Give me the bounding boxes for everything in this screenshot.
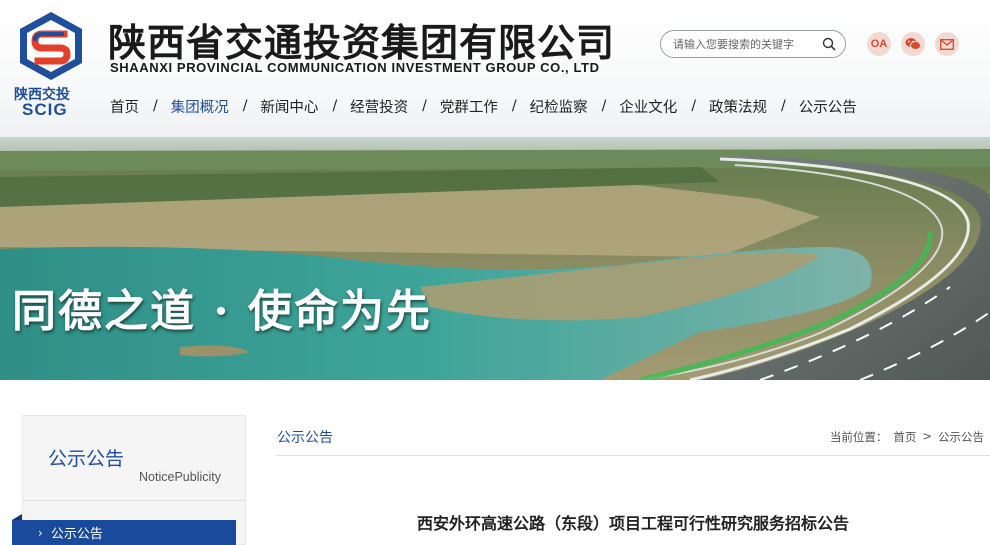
nav-separator: / — [781, 98, 786, 114]
nav-item-notice[interactable]: 公示公告 — [799, 96, 857, 117]
search-icon[interactable] — [821, 36, 837, 52]
section-title: 公示公告 — [277, 430, 333, 446]
company-name-en: SHAANXI PROVINCIAL COMMUNICATION INVESTM… — [110, 60, 600, 75]
search-input[interactable] — [673, 32, 823, 56]
nav-item-discipline[interactable]: 纪检监察 — [530, 96, 588, 117]
wechat-button[interactable] — [901, 32, 925, 56]
sidebar-item-notice[interactable]: › 公示公告 — [12, 514, 236, 545]
nav-item-home[interactable]: 首页 — [110, 96, 139, 117]
breadcrumb-separator: > — [922, 429, 932, 443]
nav-item-operations[interactable]: 经营投资 — [350, 96, 408, 117]
nav-separator: / — [332, 98, 338, 114]
breadcrumb-current[interactable]: 公示公告 — [938, 429, 984, 445]
sidebar-item-label: 公示公告 — [50, 527, 103, 542]
sidebar-divider — [23, 500, 245, 501]
main-nav: 首页 / 集团概况 / 新闻中心 / 经营投资 / 党群工作 / 纪检监察 / … — [110, 94, 857, 118]
nav-separator: / — [153, 98, 158, 114]
logo-mark-icon — [20, 12, 82, 80]
breadcrumb-prefix: 当前位置： — [829, 430, 888, 444]
mail-icon — [940, 38, 954, 50]
nav-item-group-overview[interactable]: 集团概况 — [171, 96, 229, 117]
nav-item-party[interactable]: 党群工作 — [440, 96, 498, 117]
sidebar-title: 公示公告 — [48, 448, 125, 470]
nav-item-policy[interactable]: 政策法规 — [709, 96, 767, 117]
site-logo[interactable]: 陕西交投 SCIG — [12, 12, 88, 120]
breadcrumb: 当前位置： 首页 > 公示公告 — [830, 429, 984, 445]
sidebar-subtitle: NoticePublicity — [139, 470, 221, 484]
site-header: 陕西交投 SCIG 陕西省交通投资集团有限公司 SHAANXI PROVINCI… — [0, 0, 990, 137]
breadcrumb-home[interactable]: 首页 — [893, 429, 916, 445]
search-box — [660, 30, 846, 58]
logo-english-text: SCIG — [22, 100, 68, 119]
wechat-icon — [905, 38, 921, 50]
oa-button[interactable]: OA — [867, 32, 891, 56]
nav-item-news[interactable]: 新闻中心 — [260, 96, 318, 117]
article-title: 西安外环高速公路（东段）项目工程可行性研究服务招标公告 — [416, 514, 849, 533]
company-name-cn: 陕西省交通投资集团有限公司 — [108, 21, 616, 65]
nav-separator: / — [601, 98, 607, 114]
content-divider — [276, 455, 990, 456]
nav-item-culture[interactable]: 企业文化 — [619, 96, 677, 117]
nav-separator: / — [691, 98, 697, 114]
mail-button[interactable] — [935, 32, 959, 56]
banner-landscape-image — [0, 137, 990, 380]
nav-separator: / — [422, 98, 427, 114]
hero-banner: 同德之道 · 使命为先 — [0, 137, 990, 380]
nav-separator: / — [511, 98, 517, 114]
nav-separator: / — [242, 98, 248, 114]
banner-slogan: 同德之道 · 使命为先 — [12, 286, 432, 337]
chevron-right-icon: › — [38, 525, 43, 540]
